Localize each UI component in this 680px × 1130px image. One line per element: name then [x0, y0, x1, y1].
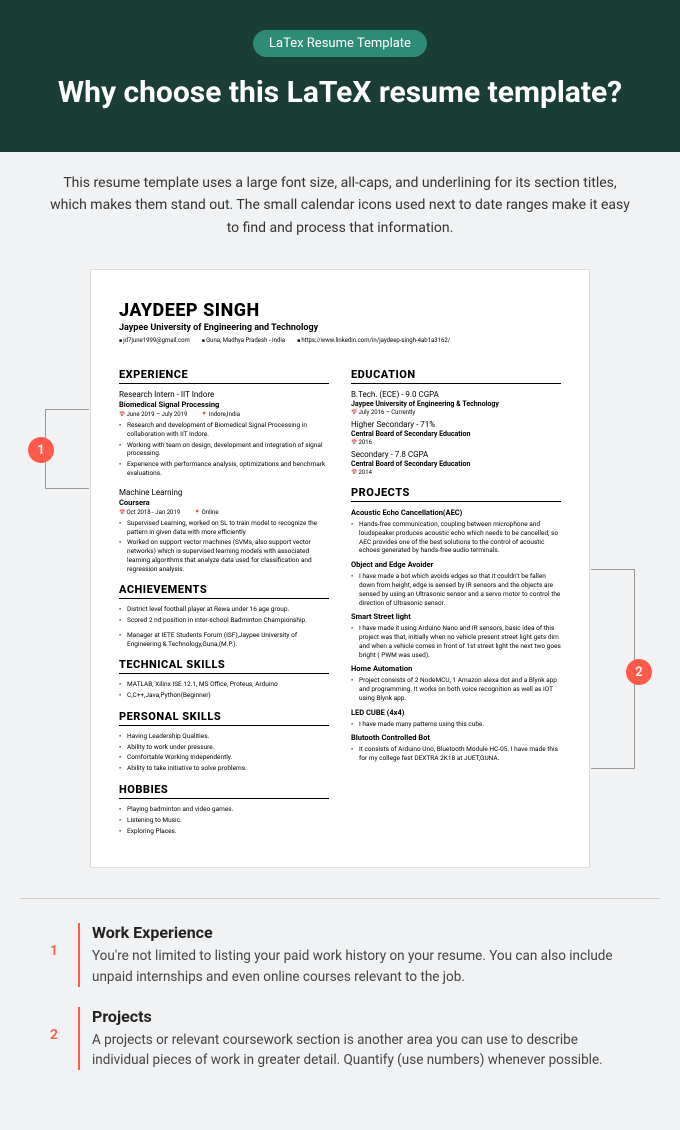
resume-name: JAYDEEP SINGH [119, 300, 561, 321]
project-title: Blutooth Controlled Bot [351, 733, 561, 742]
edu-school: Jaypee University of Engineering & Techn… [351, 400, 561, 408]
job-subtitle: Biomedical Signal Processing [119, 400, 329, 409]
note-2: 2 Projects A projects or relevant course… [50, 1007, 630, 1071]
bullet: District level football player at Rewa u… [119, 605, 329, 614]
location: Indore,India [201, 411, 240, 418]
project-title: Smart Street light [351, 612, 561, 621]
achievements-list: District level football player at Rewa u… [119, 605, 329, 648]
project-title: Acoustic Echo Cancellation(AEC) [351, 508, 561, 517]
bullet: Ability to take initiative to solve prob… [119, 764, 329, 773]
bullet: Listening to Music. [119, 816, 329, 825]
edu-title: B.Tech. (ECE) - 9.0 CGPA [351, 390, 561, 399]
marker-2: 2 [626, 659, 652, 685]
job-title: Research Intern - IIT Indore [119, 390, 329, 399]
hobbies-list: Playing badminton and video games. Liste… [119, 805, 329, 835]
left-column: EXPERIENCE Research Intern - IIT Indore … [119, 358, 329, 837]
location: Guna, Madhya Pradesh - India [202, 337, 285, 344]
education-heading: EDUCATION [351, 368, 561, 384]
resume-university: Jaypee University of Engineering and Tec… [119, 323, 561, 333]
marker-1: 1 [28, 437, 54, 463]
bullet: I have made many patterns using this cub… [351, 720, 561, 729]
job-bullets: Supervised Learning, worked on SL to tra… [119, 519, 329, 574]
notes-section: 1 Work Experience You're not limited to … [0, 899, 680, 1130]
note-heading: Projects [92, 1007, 630, 1026]
technical-list: MATLAB, Xilinx ISE 12.1, MS Office, Prot… [119, 680, 329, 700]
job-meta: June 2019 – July 2019 Indore,India [119, 411, 329, 418]
note-number: 2 [50, 1007, 64, 1071]
projects-heading: PROJECTS [351, 486, 561, 502]
bullet: Having Leadership Qualities. [119, 732, 329, 741]
bullet: I have made a bot which avoids edges so … [351, 572, 561, 607]
header: LaTex Resume Template Why choose this La… [0, 0, 680, 152]
resume-preview: JAYDEEP SINGH Jaypee University of Engin… [90, 269, 590, 868]
bullet: Exploring Places. [119, 827, 329, 836]
project-title: LED CUBE (4x4) [351, 708, 561, 717]
job-title: Machine Learning [119, 488, 329, 497]
right-column: EDUCATION B.Tech. (ECE) - 9.0 CGPA Jaype… [351, 358, 561, 837]
resume-contact: jd7june1999@gmail.com Guna, Madhya Prade… [119, 337, 561, 344]
job-meta: Oct 2018 - Jan 2019 Online [119, 509, 329, 516]
resume-container: 1 2 JAYDEEP SINGH Jaypee University of E… [0, 259, 680, 898]
note-text: You're not limited to listing your paid … [92, 946, 630, 987]
technical-heading: TECHNICAL SKILLS [119, 658, 329, 674]
project-title: Object and Edge Avoider [351, 560, 561, 569]
bullet: MATLAB, Xilinx ISE 12.1, MS Office, Prot… [119, 680, 329, 689]
bullet: Comfortable Working Independently. [119, 753, 329, 762]
achievements-heading: ACHIEVEMENTS [119, 583, 329, 599]
edu-school: Central Board of Secondary Education [351, 460, 561, 468]
edu-date: 2016 [351, 439, 561, 446]
bullet: It consists of Arduino Uno, Bluetooth Mo… [351, 745, 561, 763]
bullet: Playing badminton and video games. [119, 805, 329, 814]
note-text: A projects or relevant coursework sectio… [92, 1030, 630, 1071]
personal-list: Having Leadership Qualities. Ability to … [119, 732, 329, 773]
edu-date: July 2016 – Currently [351, 409, 561, 416]
bullet: Research and development of Biomedical S… [119, 421, 329, 439]
project-title: Home Automation [351, 664, 561, 673]
bullet: Ability to work under pressure. [119, 743, 329, 752]
hobbies-heading: HOBBIES [119, 783, 329, 799]
edu-title: Secondary - 7.8 CGPA [351, 450, 561, 459]
bullet: I have made it using Arduino Nano and IR… [351, 624, 561, 659]
bullet: Supervised Learning, worked on SL to tra… [119, 519, 329, 537]
linkedin: https://www.linkedin.com/in/jaydeep-sing… [297, 337, 450, 344]
bullet: C,C++,Java,Python(Beginner) [119, 691, 329, 700]
personal-heading: PERSONAL SKILLS [119, 710, 329, 726]
edu-school: Central Board of Secondary Education [351, 430, 561, 438]
bullet: Scored 2 nd position in inter-school Bad… [119, 616, 329, 625]
edu-title: Higher Secondary - 71% [351, 420, 561, 429]
note-1: 1 Work Experience You're not limited to … [50, 923, 630, 987]
bullet: Project consists of 2 NodeMCU, 1 Amazon … [351, 676, 561, 702]
page-title: Why choose this LaTeX resume template? [40, 73, 640, 112]
job-subtitle: Coursera [119, 498, 329, 507]
category-tag: LaTex Resume Template [253, 30, 427, 57]
edu-date: 2014 [351, 469, 561, 476]
bullet: Manager at IETE Students Forum (ISF),Jay… [119, 631, 329, 649]
location: Online [194, 509, 218, 516]
bullet: Hands-free communication, coupling betwe… [351, 520, 561, 555]
bullet: Worked on support vector machines (SVMs,… [119, 538, 329, 573]
email: jd7june1999@gmail.com [119, 337, 190, 344]
date: June 2019 – July 2019 [119, 411, 187, 418]
note-heading: Work Experience [92, 923, 630, 942]
bullet: Working with team on design, development… [119, 441, 329, 459]
date: Oct 2018 - Jan 2019 [119, 509, 180, 516]
bullet: Experience with performance analysis, op… [119, 460, 329, 478]
job-bullets: Research and development of Biomedical S… [119, 421, 329, 478]
note-number: 1 [50, 923, 64, 987]
intro-text: This resume template uses a large font s… [0, 152, 680, 259]
experience-heading: EXPERIENCE [119, 368, 329, 384]
